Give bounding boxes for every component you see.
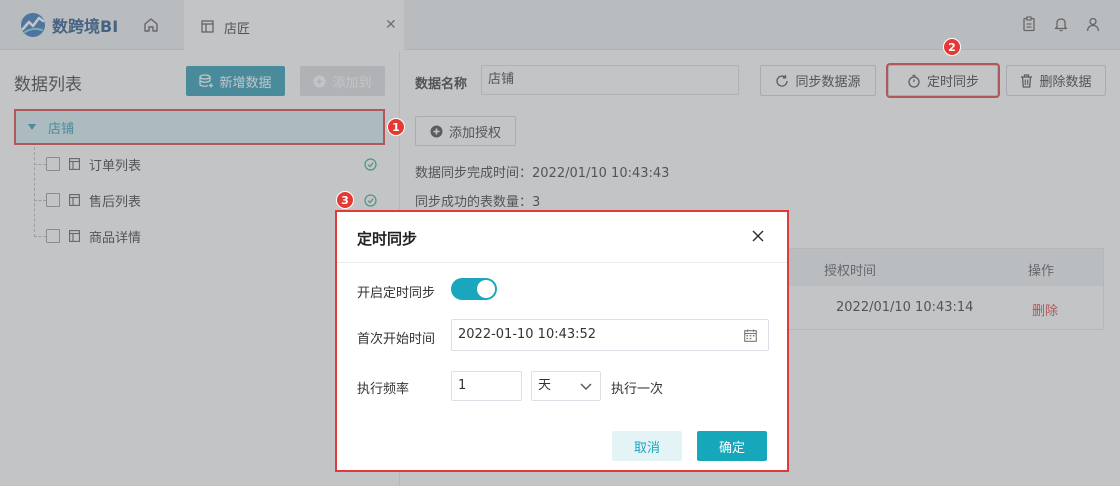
confirm-button[interactable]: 确定 xyxy=(697,431,767,461)
frequency-suffix: 执行一次 xyxy=(611,382,664,397)
start-time-input[interactable]: 2022-01-10 10:43:52 xyxy=(451,319,769,351)
start-time-label: 首次开始时间 xyxy=(357,332,436,347)
toggle-knob xyxy=(477,280,495,298)
cancel-button[interactable]: 取消 xyxy=(612,431,682,461)
dialog-title: 定时同步 xyxy=(357,230,418,248)
close-icon[interactable] xyxy=(750,228,766,244)
annotation-badge-3: 3 xyxy=(336,191,354,209)
annotation-badge-2: 2 xyxy=(943,38,961,56)
annotation-badge-1: 1 xyxy=(387,118,405,136)
frequency-unit-value: 天 xyxy=(538,378,552,393)
frequency-value-input[interactable]: 1 xyxy=(451,371,522,401)
frequency-label: 执行频率 xyxy=(357,382,410,397)
enable-sync-toggle[interactable] xyxy=(451,278,497,300)
calendar-icon[interactable] xyxy=(744,329,757,342)
enable-sync-label: 开启定时同步 xyxy=(357,286,436,301)
scheduled-sync-dialog: 定时同步 开启定时同步 首次开始时间 2022-01-10 10:43:52 执… xyxy=(335,210,789,472)
dialog-divider xyxy=(337,262,787,263)
chevron-down-icon xyxy=(580,383,592,390)
frequency-unit-select[interactable]: 天 xyxy=(531,371,601,401)
